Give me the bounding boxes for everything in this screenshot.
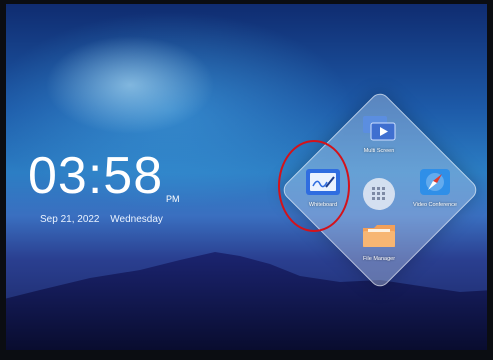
multi-screen-icon (361, 114, 397, 142)
clock-date: Sep 21, 2022 (40, 214, 100, 225)
file-manager-label: File Manager (362, 256, 396, 262)
file-manager-app[interactable]: File Manager (343, 212, 415, 284)
video-conference-icon (417, 168, 453, 196)
home-screen: 03:58 PM Sep 21, 2022 Wednesday Multi Sc… (0, 0, 493, 360)
video-conference-label: Video Conference (413, 202, 457, 208)
clock-widget: 03:58 PM Sep 21, 2022 Wednesday (28, 147, 180, 225)
grid-icon (372, 187, 385, 200)
highlight-circle-annotation (278, 140, 350, 232)
clock-weekday: Wednesday (110, 214, 163, 225)
folder-icon (361, 222, 397, 250)
date-row: Sep 21, 2022 Wednesday (40, 214, 163, 225)
multi-screen-label: Multi Screen (363, 148, 395, 154)
clock-ampm: PM (166, 194, 180, 204)
all-apps-button[interactable] (363, 178, 395, 210)
clock-time: 03:58 (28, 147, 164, 205)
